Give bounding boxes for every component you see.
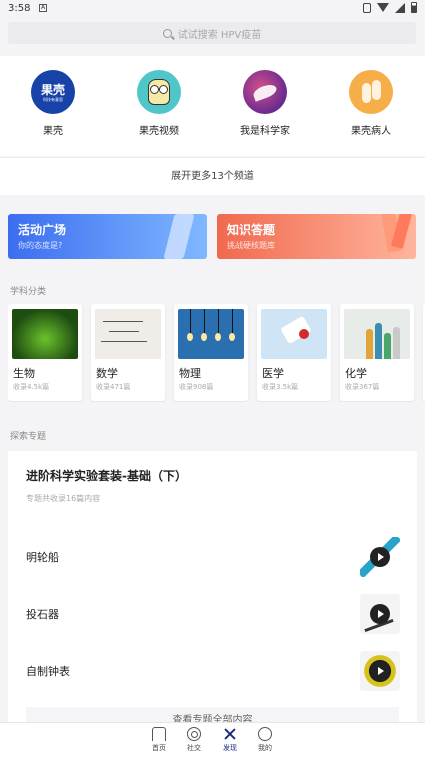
bulbs-image bbox=[178, 309, 244, 359]
channel-i-am-scientist[interactable]: 我是科学家 bbox=[215, 70, 315, 137]
guoke-logo-icon: 果壳 科技有意思 bbox=[31, 70, 75, 114]
categories-heading: 学科分类 bbox=[10, 287, 47, 297]
topic-item-label[interactable]: 自制钟表 bbox=[26, 663, 70, 679]
discover-icon bbox=[223, 727, 237, 741]
activity-square-banner[interactable]: 活动广场 你的态度是? bbox=[8, 214, 207, 259]
play-icon bbox=[370, 547, 390, 567]
channel-label: 果壳病人 bbox=[351, 126, 391, 137]
topic-item-label[interactable]: 明轮船 bbox=[26, 549, 59, 565]
wing-icon bbox=[243, 70, 287, 114]
category-card-chemistry[interactable]: 化学 收录367篇 bbox=[340, 304, 414, 401]
category-name: 数学 bbox=[96, 367, 118, 380]
wifi-icon bbox=[377, 3, 389, 12]
category-card-medicine[interactable]: 医学 收录3.5k篇 bbox=[257, 304, 331, 401]
category-card-math[interactable]: 数学 收录471篇 bbox=[91, 304, 165, 401]
search-placeholder: 试试搜索 HPV疫苗 bbox=[177, 29, 262, 41]
status-time: 3:58 bbox=[8, 3, 31, 14]
channel-guoke[interactable]: 果壳 科技有意思 果壳 bbox=[3, 70, 103, 137]
home-icon bbox=[152, 727, 166, 741]
category-card-biology[interactable]: 生物 收录4.5k篇 bbox=[8, 304, 82, 401]
bottom-tab-bar: 首页 社交 发现 我的 bbox=[0, 722, 425, 757]
social-icon bbox=[187, 727, 201, 741]
category-carousel[interactable]: 生物 收录4.5k篇 数学 收录471篇 物理 收录908篇 医学 收录3.5k… bbox=[8, 304, 425, 402]
signal-icon bbox=[395, 2, 405, 13]
pills-icon bbox=[349, 70, 393, 114]
video-thumbnail[interactable] bbox=[360, 651, 400, 691]
tab-social[interactable]: 社交 bbox=[174, 727, 214, 753]
owl-icon bbox=[137, 70, 181, 114]
medicine-image bbox=[261, 309, 327, 359]
category-name: 生物 bbox=[13, 367, 35, 380]
notification-app-icon: A bbox=[39, 4, 47, 12]
category-count: 收录367篇 bbox=[345, 383, 380, 391]
tab-label: 首页 bbox=[152, 744, 166, 752]
category-name: 物理 bbox=[179, 367, 201, 380]
video-thumbnail[interactable] bbox=[360, 594, 400, 634]
frog-image bbox=[12, 309, 78, 359]
topic-item-label[interactable]: 投石器 bbox=[26, 606, 59, 622]
category-count: 收录3.5k篇 bbox=[262, 383, 299, 391]
category-name: 医学 bbox=[262, 367, 284, 380]
tab-label: 发现 bbox=[223, 744, 237, 752]
battery-icon bbox=[411, 2, 417, 13]
search-icon bbox=[162, 28, 172, 38]
banner-subtitle: 挑战硬核题库 bbox=[227, 241, 275, 250]
tab-me[interactable]: 我的 bbox=[245, 727, 285, 753]
me-icon bbox=[258, 727, 272, 741]
category-count: 收录471篇 bbox=[96, 383, 131, 391]
expand-channels-button[interactable]: 展开更多13个频道 bbox=[0, 157, 425, 195]
channel-label: 我是科学家 bbox=[240, 126, 290, 137]
tab-label: 社交 bbox=[187, 744, 201, 752]
category-count: 收录4.5k篇 bbox=[13, 383, 50, 391]
video-thumbnail[interactable] bbox=[360, 537, 400, 577]
channel-label: 果壳视频 bbox=[139, 126, 179, 137]
play-icon bbox=[370, 661, 390, 681]
search-bar[interactable]: 试试搜索 HPV疫苗 bbox=[8, 22, 416, 44]
category-card-physics[interactable]: 物理 收录908篇 bbox=[174, 304, 248, 401]
topic-card[interactable]: 进阶科学实验套装-基础（下） 专题共收录16篇内容 明轮船 投石器 自制钟表 查… bbox=[8, 451, 417, 757]
category-count: 收录908篇 bbox=[179, 383, 214, 391]
topics-heading: 探索专题 bbox=[10, 432, 47, 442]
tab-discover[interactable]: 发现 bbox=[210, 727, 250, 753]
status-bar: 3:58 A bbox=[0, 0, 425, 18]
knowledge-quiz-banner[interactable]: 知识答题 挑战硬核题库 bbox=[217, 214, 416, 259]
channel-label: 果壳 bbox=[43, 126, 63, 137]
channel-guoke-patient[interactable]: 果壳病人 bbox=[321, 70, 421, 137]
vibrate-icon bbox=[363, 2, 371, 13]
channel-guoke-video[interactable]: 果壳视频 bbox=[109, 70, 209, 137]
topic-subtitle: 专题共收录16篇内容 bbox=[26, 494, 101, 503]
status-icons bbox=[363, 2, 417, 13]
play-icon bbox=[370, 604, 390, 624]
channel-grid: 果壳 科技有意思 果壳 果壳视频 我是科学家 果壳病人 bbox=[0, 56, 425, 156]
tab-label: 我的 bbox=[258, 744, 272, 752]
topic-title: 进阶科学实验套装-基础（下） bbox=[26, 469, 187, 483]
tab-home[interactable]: 首页 bbox=[139, 727, 179, 753]
category-name: 化学 bbox=[345, 367, 367, 380]
test-tubes-image bbox=[344, 309, 410, 359]
formula-image bbox=[95, 309, 161, 359]
banner-title: 知识答题 bbox=[227, 223, 276, 237]
